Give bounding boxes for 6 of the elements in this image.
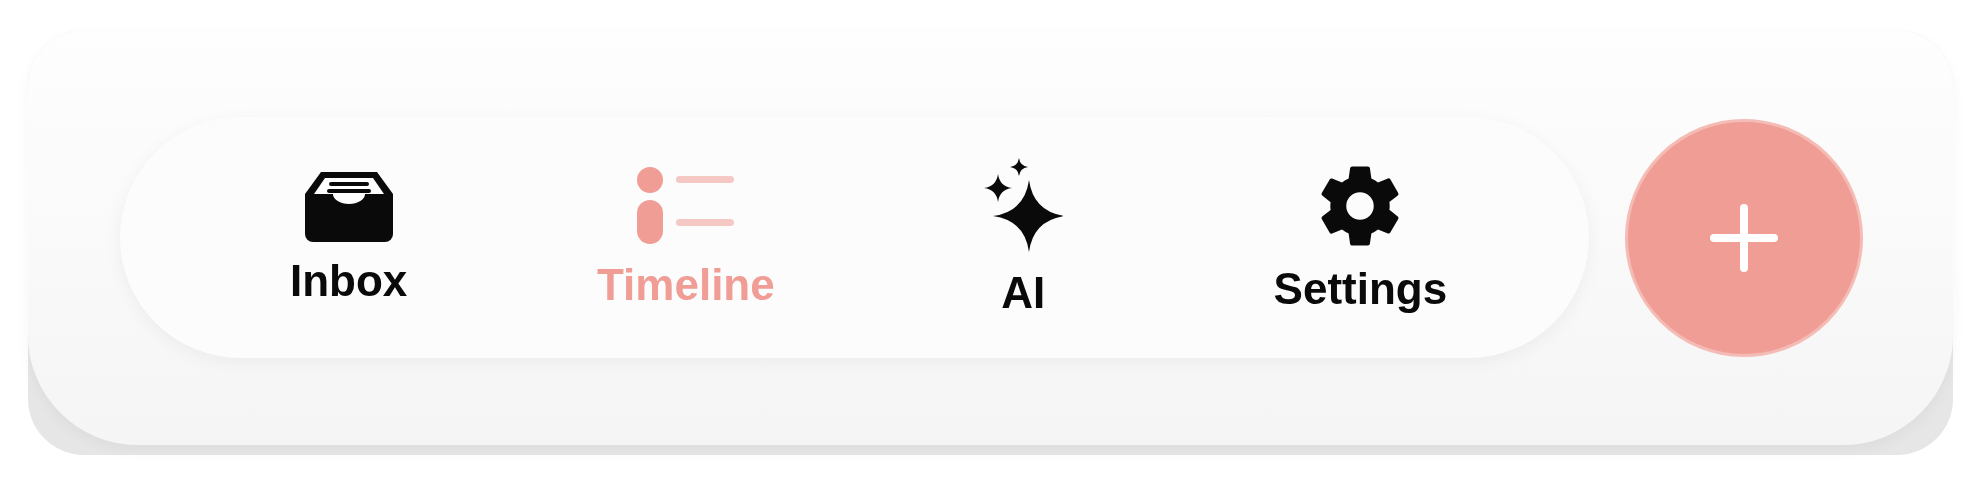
plus-icon [1710,203,1778,272]
tab[interactable]: Settings [1191,153,1529,322]
tab[interactable]: Inbox [180,161,518,314]
timeline-list-icon [635,165,736,246]
tab[interactable]: AI [854,149,1192,326]
inbox-tray-icon [302,169,395,242]
